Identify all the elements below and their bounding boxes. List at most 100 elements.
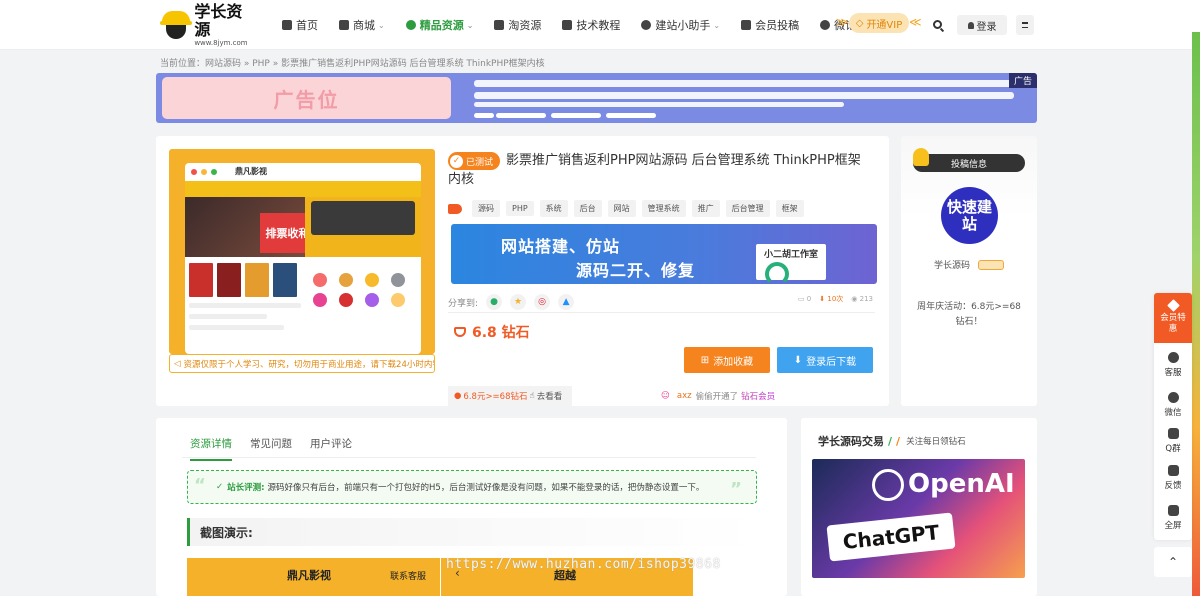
logo-title: 学长资源 bbox=[194, 1, 243, 39]
tag-item[interactable]: 网站 bbox=[607, 200, 636, 217]
menu-toggle-button[interactable] bbox=[1016, 15, 1034, 35]
chat-icon bbox=[820, 20, 831, 30]
ad-bar bbox=[496, 113, 546, 118]
logo-mark-icon bbox=[160, 9, 192, 41]
nav-item-tao[interactable]: 淘资源 bbox=[494, 17, 541, 33]
nav-item-helper[interactable]: 建站小助手 ⌄ bbox=[641, 17, 720, 33]
share-label: 分享到: bbox=[448, 298, 479, 309]
diamond-icon: ◇ bbox=[855, 17, 864, 29]
fullscreen-icon bbox=[1167, 505, 1179, 516]
megaphone-icon: ◁ bbox=[174, 358, 181, 369]
question-icon bbox=[641, 20, 652, 30]
nav-item-premium[interactable]: 精品资源 ⌄ bbox=[405, 17, 474, 33]
diamond-icon bbox=[454, 327, 466, 337]
author-name[interactable]: 学长源码 bbox=[934, 258, 1005, 271]
search-button[interactable] bbox=[928, 15, 946, 33]
float-fullscreen[interactable]: 全屏 bbox=[1154, 498, 1192, 538]
thumb-app-name: 鼎凡影视 bbox=[235, 167, 267, 176]
edge-gradient-strip bbox=[1192, 32, 1200, 596]
product-title: 影票推广销售返利PHP网站源码 后台管理系统 ThinkPHP框架内核 bbox=[448, 153, 861, 187]
star-icon[interactable]: ★ bbox=[510, 294, 527, 310]
wechat-icon[interactable]: ● bbox=[486, 294, 503, 310]
tag-item[interactable]: 框架 bbox=[775, 200, 804, 217]
vip-ticker: ☺ axz 偷偷开通了 钻石会员 bbox=[661, 391, 776, 402]
info-icon: ● bbox=[454, 391, 462, 401]
book-icon bbox=[741, 20, 752, 30]
admin-review: “ ✓ 站长评测: 源码好像只有后台，前端只有一个打包好的H5，后台测试好像是没… bbox=[187, 470, 757, 504]
tag-item[interactable]: 后台 bbox=[573, 200, 602, 217]
globe-icon bbox=[405, 20, 416, 30]
nav-item-home[interactable]: 首页 bbox=[282, 17, 318, 33]
inbox-icon bbox=[494, 20, 505, 30]
view-count: ◉ 213 bbox=[851, 295, 873, 303]
demo-heading: 截图演示: bbox=[187, 518, 757, 546]
vip-offer-strip[interactable]: ● 6.8元>=68钻石 ☝ 去看看 bbox=[448, 386, 572, 406]
vip-tag-icon bbox=[978, 259, 1005, 270]
wing-left-icon: ≫ bbox=[836, 15, 849, 29]
ad-tag: 广告 bbox=[1008, 73, 1037, 88]
ad-bar bbox=[606, 113, 656, 118]
promo-line-1: 网站搭建、仿站 bbox=[501, 237, 621, 256]
nav-item-submit[interactable]: 会员投稿 bbox=[741, 17, 799, 33]
nav-item-tutorials[interactable]: 技术教程 bbox=[562, 17, 620, 33]
float-support[interactable]: 客服 bbox=[1154, 345, 1192, 385]
author-card-heading: 投稿信息 bbox=[913, 148, 1025, 172]
chatgpt-banner[interactable]: OpenAI ChatGPT bbox=[812, 459, 1025, 578]
openai-logo-icon bbox=[872, 469, 904, 501]
studio-logo-icon bbox=[765, 262, 789, 284]
quote-open-icon: “ bbox=[194, 475, 206, 496]
top-header: 学长资源 www.8jym.com 首页 商城 ⌄ 精品资源 ⌄ 淘资源 技术教程 … bbox=[0, 0, 1200, 50]
widget-card: 学长源码交易 / / 关注每日领钻石 OpenAI ChatGPT bbox=[801, 418, 1037, 596]
product-card: 鼎凡影视 排票收和 ◁ 资源仅限于个人学习、研究，切勿用于商业用途，请下载24小时… bbox=[156, 136, 889, 406]
tag-item[interactable]: 推广 bbox=[691, 200, 720, 217]
promo-line-2: 源码二开、修复 bbox=[576, 261, 696, 280]
usage-notice: ◁ 资源仅限于个人学习、研究，切勿用于商业用途，请下载24小时内销毁! bbox=[169, 354, 435, 373]
float-wechat[interactable]: 微信 bbox=[1154, 385, 1192, 425]
float-feedback[interactable]: 反馈 bbox=[1154, 458, 1192, 498]
tag-item[interactable]: 系统 bbox=[539, 200, 568, 217]
widget-heading: 学长源码交易 / / 关注每日领钻石 bbox=[818, 434, 966, 449]
tested-badge: ✓ 已测试 bbox=[448, 152, 501, 170]
bell-icon bbox=[913, 148, 929, 166]
site-logo[interactable]: 学长资源 www.8jym.com bbox=[160, 2, 255, 47]
login-button[interactable]: 登录 bbox=[957, 15, 1007, 35]
download-count: ⬇ 10次 bbox=[819, 295, 844, 303]
logo-subtitle: www.8jym.com bbox=[194, 38, 248, 47]
ad-bar bbox=[551, 113, 601, 118]
float-vip-offer[interactable]: 会员特惠 bbox=[1154, 293, 1192, 343]
qq-icon[interactable]: ▲ bbox=[558, 294, 575, 310]
menu-icon bbox=[1022, 22, 1028, 24]
nav-item-shop[interactable]: 商城 ⌄ bbox=[339, 17, 385, 33]
download-icon: ⬇ bbox=[819, 295, 826, 303]
edit-icon bbox=[1167, 465, 1179, 476]
quote-close-icon: ” bbox=[730, 479, 742, 500]
chevron-down-icon: ⌄ bbox=[713, 20, 721, 30]
graduation-cap-icon bbox=[562, 20, 573, 30]
price: 6.8 钻石 bbox=[454, 322, 530, 342]
wechat-icon bbox=[1167, 392, 1179, 403]
tag-icon bbox=[448, 203, 462, 214]
chevron-down-icon: ⌄ bbox=[466, 20, 474, 30]
login-download-button[interactable]: ⬇ 登录后下载 bbox=[777, 347, 873, 373]
ad-banner[interactable]: 广告位 广告 bbox=[156, 73, 1037, 123]
author-card: 投稿信息 快速建站 学长源码 周年庆活动：6.8元>=68钻石！ bbox=[901, 136, 1037, 406]
avatar[interactable]: 快速建站 bbox=[941, 187, 998, 244]
tag-item[interactable]: 后台管理 bbox=[725, 200, 770, 217]
service-promo-banner[interactable]: 网站搭建、仿站 源码二开、修复 小二胡工作室 bbox=[451, 224, 877, 284]
floating-toolbar: 会员特惠 客服 微信 Q群 反馈 全屏 bbox=[1154, 293, 1192, 540]
diamond-icon bbox=[1166, 299, 1180, 312]
leaf-icon: ✓ bbox=[216, 482, 224, 492]
search-icon bbox=[932, 19, 942, 29]
float-qq-group[interactable]: Q群 bbox=[1154, 421, 1192, 461]
back-to-top-button[interactable]: ⌃ bbox=[1154, 547, 1192, 577]
tag-item[interactable]: 管理系统 bbox=[641, 200, 686, 217]
weibo-icon[interactable]: ◎ bbox=[534, 294, 551, 310]
add-favorite-button[interactable]: ⊞ 添加收藏 bbox=[684, 347, 770, 373]
tag-item[interactable]: PHP bbox=[506, 201, 534, 216]
tag-item[interactable]: 源码 bbox=[472, 200, 500, 217]
ad-bar bbox=[474, 92, 1014, 99]
divider bbox=[448, 312, 875, 313]
ad-bar bbox=[474, 80, 1014, 87]
product-thumbnail[interactable]: 鼎凡影视 排票收和 bbox=[169, 149, 435, 354]
open-vip-button[interactable]: ◇ 开通VIP bbox=[849, 13, 909, 33]
